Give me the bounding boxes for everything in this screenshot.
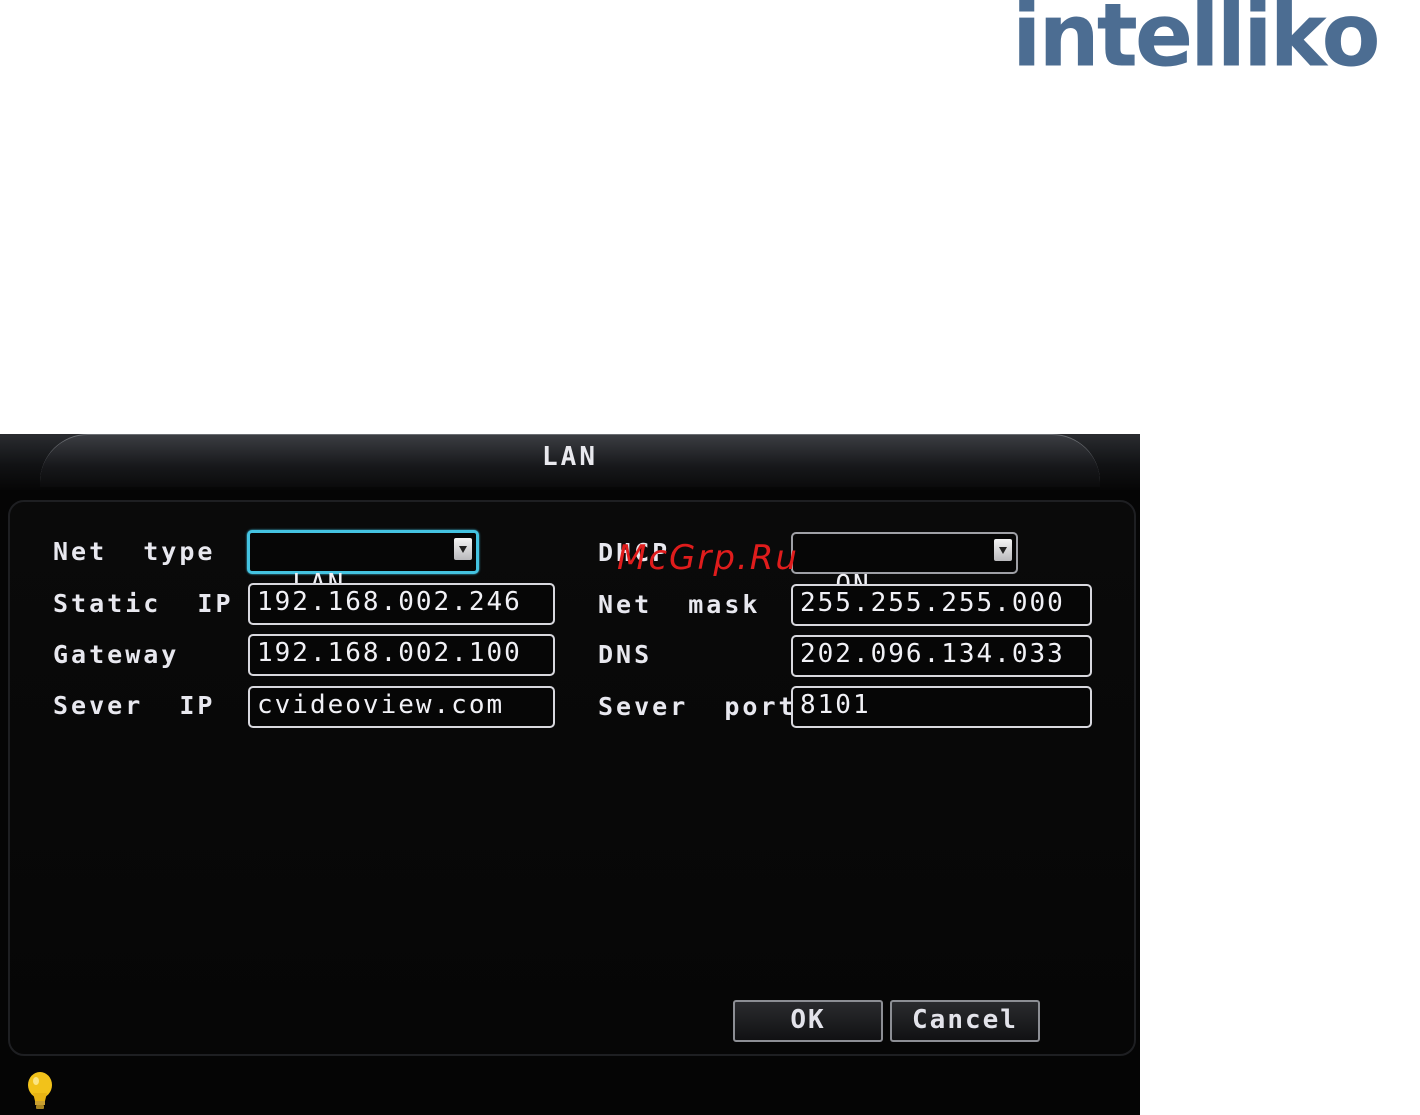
static-ip-label: Static IP xyxy=(53,589,234,618)
gateway-field[interactable]: 192.168.002.100 xyxy=(248,634,555,676)
chevron-down-icon[interactable] xyxy=(454,538,472,560)
dhcp-select[interactable]: ON xyxy=(791,532,1018,600)
server-ip-label: Sever IP xyxy=(53,691,216,720)
net-mask-field[interactable]: 255.255.255.000 xyxy=(791,584,1092,626)
net-type-label: Net type xyxy=(53,537,216,566)
dns-label: DNS xyxy=(598,640,653,669)
dns-field[interactable]: 202.096.134.033 xyxy=(791,635,1092,677)
net-mask-label: Net mask xyxy=(598,590,761,619)
gateway-label: Gateway xyxy=(53,640,180,669)
static-ip-field[interactable]: 192.168.002.246 xyxy=(248,583,555,625)
server-port-field[interactable]: 8101 xyxy=(791,686,1092,728)
ok-button[interactable]: OK xyxy=(733,1000,883,1042)
cancel-button[interactable]: Cancel xyxy=(890,1000,1040,1042)
server-port-label: Sever port xyxy=(598,692,797,721)
lightbulb-icon xyxy=(28,1072,52,1109)
title-bar: LAN xyxy=(0,434,1140,490)
brand-logo: intelliko xyxy=(1012,0,1381,87)
dialog-title: LAN xyxy=(542,442,598,472)
server-ip-field[interactable]: cvideoview.com xyxy=(248,686,555,728)
watermark-text: McGrp.Ru xyxy=(617,538,799,578)
net-type-select[interactable]: LAN xyxy=(247,530,479,599)
chevron-down-icon[interactable] xyxy=(994,539,1012,561)
